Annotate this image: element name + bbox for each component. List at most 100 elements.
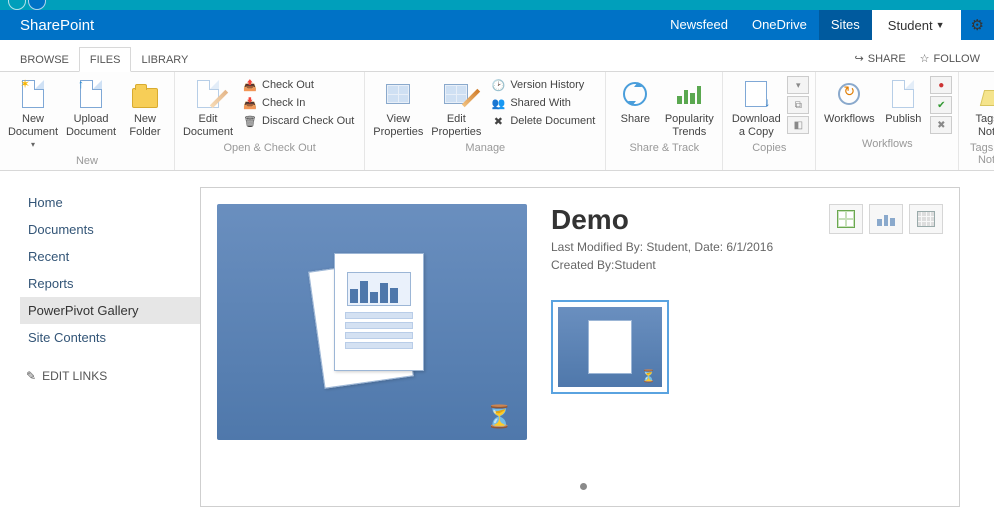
manage-copies-button[interactable]: ⧉ (787, 96, 809, 114)
publish-label: Publish (885, 113, 921, 126)
cancel-icon: ✖ (937, 120, 945, 131)
left-nav: Home Documents Recent Reports PowerPivot… (0, 171, 200, 517)
view-excel-button[interactable] (829, 204, 863, 234)
suite-user-name: Student (888, 18, 933, 33)
check-out-icon: 📤 (243, 78, 257, 92)
unpublish-icon: ● (938, 80, 944, 91)
publish-button[interactable]: Publish (880, 76, 926, 126)
view-properties-label: View Properties (373, 113, 423, 138)
pencil-icon: ✎ (26, 369, 36, 383)
ribbon-group-sharetrack: Share Popularity Trends Share & Track (606, 72, 723, 170)
edit-links-button[interactable]: ✎ EDIT LINKS (20, 369, 200, 383)
group-label-manage: Manage (371, 138, 599, 157)
document-thumbnail[interactable]: ⏳ (551, 300, 669, 394)
go-to-source-button[interactable]: ◧ (787, 116, 809, 134)
new-folder-button[interactable]: New Folder (122, 76, 168, 138)
suite-link-onedrive[interactable]: OneDrive (740, 10, 819, 40)
check-out-label: Check Out (262, 79, 314, 91)
suite-brand[interactable]: SharePoint (0, 17, 658, 34)
arrow-up-icon: ↑ (78, 78, 84, 92)
tags-notes-button[interactable]: Tags & Notes (965, 76, 994, 138)
ribbon-group-copies: Download a Copy ▾ ⧉ ◧ Copies (723, 72, 816, 170)
discard-label: Discard Check Out (262, 115, 354, 127)
view-gallery-button[interactable] (869, 204, 903, 234)
pager-dot[interactable] (580, 483, 587, 490)
page-share-label: SHARE (868, 53, 906, 65)
nav-powerpivot-gallery[interactable]: PowerPivot Gallery (20, 297, 200, 324)
share-label: Share (621, 113, 650, 126)
check-in-button[interactable]: 📥Check In (239, 95, 358, 111)
share-button[interactable]: Share (612, 76, 658, 126)
page-follow[interactable]: ☆ FOLLOW (920, 52, 980, 65)
trends-icon (677, 84, 701, 104)
cancel-approval-button[interactable]: ✖ (930, 116, 952, 134)
tab-browse[interactable]: BROWSE (10, 48, 79, 71)
new-document-button[interactable]: ✶ New Document ▾ (6, 76, 60, 151)
group-label-new: New (6, 151, 168, 170)
nav-circle-back[interactable] (8, 0, 26, 10)
edit-document-button[interactable]: Edit Document (181, 76, 235, 138)
group-label-tags: Tags and Notes (965, 138, 994, 169)
send-to-button[interactable]: ▾ (787, 76, 809, 94)
upload-document-button[interactable]: ↑ Upload Document (64, 76, 118, 138)
delete-document-button[interactable]: ✖Delete Document (487, 113, 599, 129)
pencil-icon (210, 90, 228, 108)
ribbon: ✶ New Document ▾ ↑ Upload Document New F… (0, 72, 994, 171)
document-created: Created By:Student (551, 258, 943, 272)
discard-icon: 🗑 (243, 114, 257, 128)
edit-links-label: EDIT LINKS (42, 369, 107, 383)
version-history-button[interactable]: 🕑Version History (487, 77, 599, 93)
ribbon-group-manage: View Properties Edit Properties 🕑Version… (365, 72, 606, 170)
view-calendar-button[interactable] (909, 204, 943, 234)
edit-properties-icon (444, 84, 468, 104)
dropdown-caret-icon: ▾ (31, 140, 35, 149)
tab-files[interactable]: FILES (79, 47, 132, 72)
group-label-workflows: Workflows (822, 134, 952, 153)
nav-reports[interactable]: Reports (20, 270, 200, 297)
download-icon (745, 81, 767, 107)
edit-properties-button[interactable]: Edit Properties (429, 76, 483, 138)
group-label-copies: Copies (729, 138, 809, 157)
tab-library[interactable]: LIBRARY (131, 48, 198, 71)
folder-icon (132, 88, 158, 108)
calendar-icon (917, 211, 935, 227)
discard-checkout-button[interactable]: 🗑 Discard Check Out (239, 113, 358, 129)
download-copy-button[interactable]: Download a Copy (729, 76, 783, 138)
version-history-label: Version History (510, 79, 584, 91)
edit-properties-label: Edit Properties (431, 113, 481, 138)
document-preview[interactable]: ⏳ (217, 204, 527, 440)
nav-circle-fwd[interactable] (28, 0, 46, 10)
gear-icon[interactable]: ⚙ (961, 16, 994, 34)
nav-home[interactable]: Home (20, 189, 200, 216)
nav-site-contents[interactable]: Site Contents (20, 324, 200, 351)
shared-with-button[interactable]: 👥Shared With (487, 95, 599, 111)
suite-link-sites[interactable]: Sites (819, 10, 872, 40)
unpublish-button[interactable]: ● (930, 76, 952, 94)
ribbon-group-tags: Tags & Notes Tags and Notes (959, 72, 994, 170)
page-share[interactable]: ↪ SHARE (855, 52, 906, 65)
approve-icon: ✔ (937, 100, 945, 111)
suite-links: Newsfeed OneDrive Sites (658, 10, 872, 40)
browser-strip (0, 0, 994, 10)
star-icon: ☆ (920, 52, 930, 65)
new-document-label: New Document (8, 113, 58, 138)
shared-with-label: Shared With (510, 97, 571, 109)
workflows-button[interactable]: Workflows (822, 76, 876, 126)
workflows-label: Workflows (824, 113, 875, 126)
view-properties-button[interactable]: View Properties (371, 76, 425, 138)
nav-documents[interactable]: Documents (20, 216, 200, 243)
check-in-icon: 📥 (243, 96, 257, 110)
check-out-button[interactable]: 📤 Check Out (239, 77, 358, 93)
new-folder-label: New Folder (124, 113, 166, 138)
nav-recent[interactable]: Recent (20, 243, 200, 270)
properties-icon (386, 84, 410, 104)
popularity-trends-button[interactable]: Popularity Trends (662, 76, 716, 138)
delete-document-label: Delete Document (510, 115, 595, 127)
ribbon-tabs: BROWSE FILES LIBRARY ↪ SHARE ☆ FOLLOW (0, 40, 994, 72)
approve-button[interactable]: ✔ (930, 96, 952, 114)
hourglass-icon: ⏳ (486, 404, 513, 430)
tiny-doc-icon (588, 320, 632, 374)
suite-link-newsfeed[interactable]: Newsfeed (658, 10, 740, 40)
suite-user-menu[interactable]: Student ▼ (872, 10, 961, 40)
gallery-container: ⏳ Demo Last Modified By: Student, Date: … (200, 187, 960, 507)
